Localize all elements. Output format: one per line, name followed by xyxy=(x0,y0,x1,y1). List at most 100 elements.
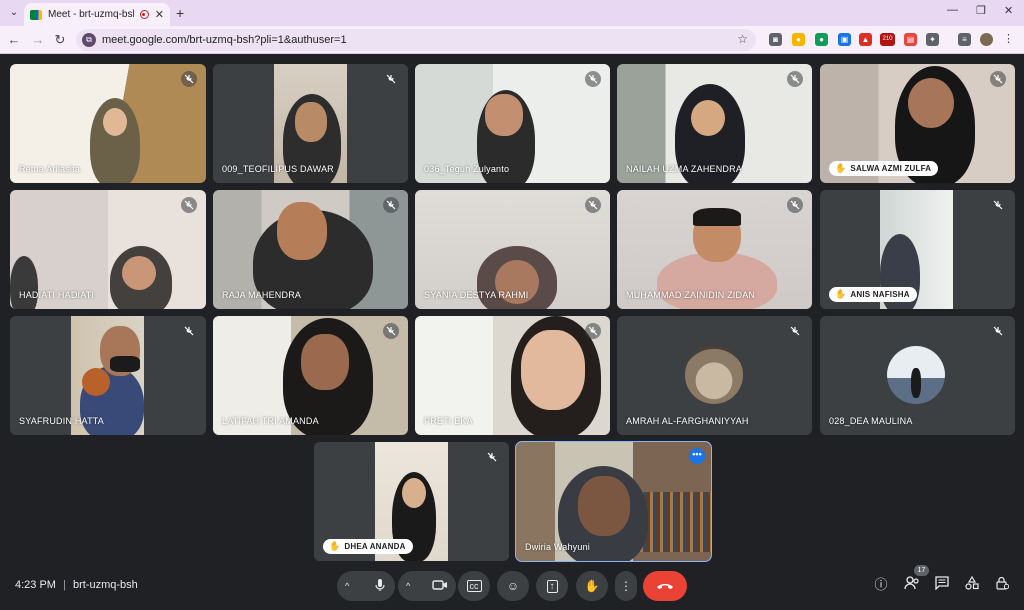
camera-extension-icon[interactable]: ◙ xyxy=(769,33,782,46)
participant-tile[interactable]: ✋ DHEA ANANDA xyxy=(314,442,509,561)
bookmark-star-icon[interactable]: ☆ xyxy=(737,32,748,46)
omnibox[interactable]: ⧉ meet.google.com/brt-uzmq-bsh?pli=1&aut… xyxy=(76,29,756,51)
participant-tile[interactable]: MUHAMMAD ZAINIDIN ZIDAN xyxy=(617,190,812,309)
participant-face xyxy=(485,94,523,136)
self-view-tile[interactable]: ••• Dwiria Wahyuni xyxy=(515,441,712,562)
mic-muted-icon xyxy=(787,71,803,87)
people-icon[interactable] xyxy=(903,576,921,594)
participant-name: SALWA AZMI ZULFA xyxy=(850,164,932,173)
browser-tab[interactable]: Meet - brt-uzmq-bsh ✕ xyxy=(24,3,170,26)
participant-tile[interactable]: ✋ SALWA AZMI ZULFA xyxy=(820,64,1015,183)
extensions-puzzle-icon[interactable]: ✦ xyxy=(926,33,939,46)
participant-name: SYANIA DESTYA RAHMI xyxy=(424,290,529,300)
microphone-button[interactable] xyxy=(373,578,387,595)
extension-blue-icon[interactable]: ▣ xyxy=(838,33,851,46)
mic-muted-icon xyxy=(585,323,601,339)
mic-muted-icon xyxy=(181,323,197,339)
participant-name-pill: ✋ DHEA ANANDA xyxy=(323,539,413,554)
participant-count-badge: 17 xyxy=(914,565,929,576)
mic-muted-icon xyxy=(990,71,1006,87)
new-tab-button[interactable]: + xyxy=(176,5,184,21)
present-button[interactable]: ↑ xyxy=(536,571,568,601)
more-options-button[interactable]: ⋮ xyxy=(615,571,637,601)
restore-button[interactable]: ❐ xyxy=(976,4,986,17)
participant-name: NAILAH UZMA ZAHENDRA xyxy=(626,164,743,174)
mic-muted-icon xyxy=(484,449,500,465)
reload-icon[interactable]: ↻ xyxy=(52,32,68,48)
raised-hand-icon: ✋ xyxy=(835,163,847,173)
camera-button[interactable] xyxy=(432,579,448,594)
participant-face xyxy=(578,476,630,536)
pdf-extension-icon[interactable]: ▤ xyxy=(904,33,917,46)
menu-kebab-icon[interactable]: ⋮ xyxy=(1002,33,1015,46)
participant-tile[interactable]: Retna Arilasita xyxy=(10,64,206,183)
extension-red-icon[interactable]: ▲ xyxy=(859,33,872,46)
chat-icon[interactable] xyxy=(933,576,951,594)
host-controls-icon[interactable] xyxy=(993,576,1011,594)
mic-muted-icon xyxy=(990,323,1006,339)
reactions-button[interactable]: ☺ xyxy=(497,571,529,601)
audio-options-chevron-icon[interactable]: ^ xyxy=(345,581,349,591)
microphone-icon xyxy=(375,578,385,591)
participant-face xyxy=(103,108,127,136)
more-vert-icon: ⋮ xyxy=(620,579,632,593)
tab-search-icon[interactable]: ⌄ xyxy=(6,5,22,21)
participant-tile[interactable]: SYAFRUDIN HATTA xyxy=(10,316,206,435)
browser-tab-strip: ⌄ Meet - brt-uzmq-bsh ✕ + — ❐ ✕ xyxy=(0,0,1024,26)
participant-tile[interactable]: 036_Teguh Zulyanto xyxy=(415,64,610,183)
mic-muted-icon xyxy=(585,197,601,213)
mic-muted-icon xyxy=(787,323,803,339)
participant-tile[interactable]: RAJA MAHENDRA xyxy=(213,190,408,309)
participant-tile[interactable]: PRETI EKA xyxy=(415,316,610,435)
participant-name: Dwiria Wahyuni xyxy=(525,542,590,552)
extension-badge-icon[interactable]: 210 xyxy=(880,33,895,46)
leave-call-button[interactable] xyxy=(643,571,687,601)
video-options-chevron-icon[interactable]: ^ xyxy=(406,581,410,591)
participant-name: RAJA MAHENDRA xyxy=(222,290,302,300)
raise-hand-button[interactable]: ✋ xyxy=(576,571,608,601)
minimize-button[interactable]: — xyxy=(947,4,958,16)
participant-name: DHEA ANANDA xyxy=(344,542,406,551)
address-bar-row: ← → ↻ ⧉ meet.google.com/brt-uzmq-bsh?pli… xyxy=(0,26,1024,54)
site-info-icon[interactable]: ⧉ xyxy=(82,33,96,47)
participant-hair xyxy=(693,208,741,226)
participant-tile[interactable]: NAILAH UZMA ZAHENDRA xyxy=(617,64,812,183)
participant-name: SYAFRUDIN HATTA xyxy=(19,416,105,426)
present-screen-icon: ↑ xyxy=(546,579,558,593)
mic-muted-icon xyxy=(181,71,197,87)
captions-button[interactable]: cc xyxy=(458,571,490,601)
hand-icon: ✋ xyxy=(584,579,600,593)
participant-tile[interactable]: ✋ ANIS NAFISHA xyxy=(820,190,1015,309)
more-options-icon[interactable]: ••• xyxy=(689,448,705,464)
close-window-button[interactable]: ✕ xyxy=(1004,4,1013,17)
activities-icon[interactable] xyxy=(963,575,981,594)
extension-green-icon[interactable]: ● xyxy=(815,33,828,46)
participant-tile[interactable]: LATIFAH TRI AMANDA xyxy=(213,316,408,435)
participant-name: MUHAMMAD ZAINIDIN ZIDAN xyxy=(626,290,756,300)
mic-muted-icon xyxy=(383,197,399,213)
tab-list-icon[interactable]: ≡ xyxy=(958,33,971,46)
back-icon[interactable]: ← xyxy=(6,32,22,47)
url-text[interactable]: meet.google.com/brt-uzmq-bsh?pli=1&authu… xyxy=(102,34,347,46)
participant-face xyxy=(295,102,327,142)
face-mask xyxy=(110,356,140,372)
participant-tile[interactable]: HADIATI HADIATI xyxy=(10,190,206,309)
tab-title: Meet - brt-uzmq-bsh xyxy=(48,9,134,20)
forward-icon[interactable]: → xyxy=(30,32,46,47)
profile-avatar[interactable] xyxy=(980,33,993,46)
participant-name: PRETI EKA xyxy=(424,416,473,426)
participant-tile[interactable]: 009_TEOFILIPUS DAWAR xyxy=(213,64,408,183)
participant-name: HADIATI HADIATI xyxy=(19,290,95,300)
participant-name: 036_Teguh Zulyanto xyxy=(424,164,510,174)
participant-name: LATIFAH TRI AMANDA xyxy=(222,416,319,426)
close-tab-icon[interactable]: ✕ xyxy=(155,8,164,21)
participant-tile[interactable]: 028_DEA MAULINA xyxy=(820,316,1015,435)
participant-tile[interactable]: AMRAH AL-FARGHANIYYAH xyxy=(617,316,812,435)
meeting-details-icon[interactable]: ⓘ xyxy=(872,576,890,594)
participant-name: ANIS NAFISHA xyxy=(850,290,910,299)
participant-tile[interactable]: SYANIA DESTYA RAHMI xyxy=(415,190,610,309)
extension-yellow-icon[interactable]: ● xyxy=(792,33,805,46)
end-call-icon xyxy=(657,584,673,589)
participant-face xyxy=(122,256,156,290)
meeting-code[interactable]: brt-uzmq-bsh xyxy=(73,579,138,591)
